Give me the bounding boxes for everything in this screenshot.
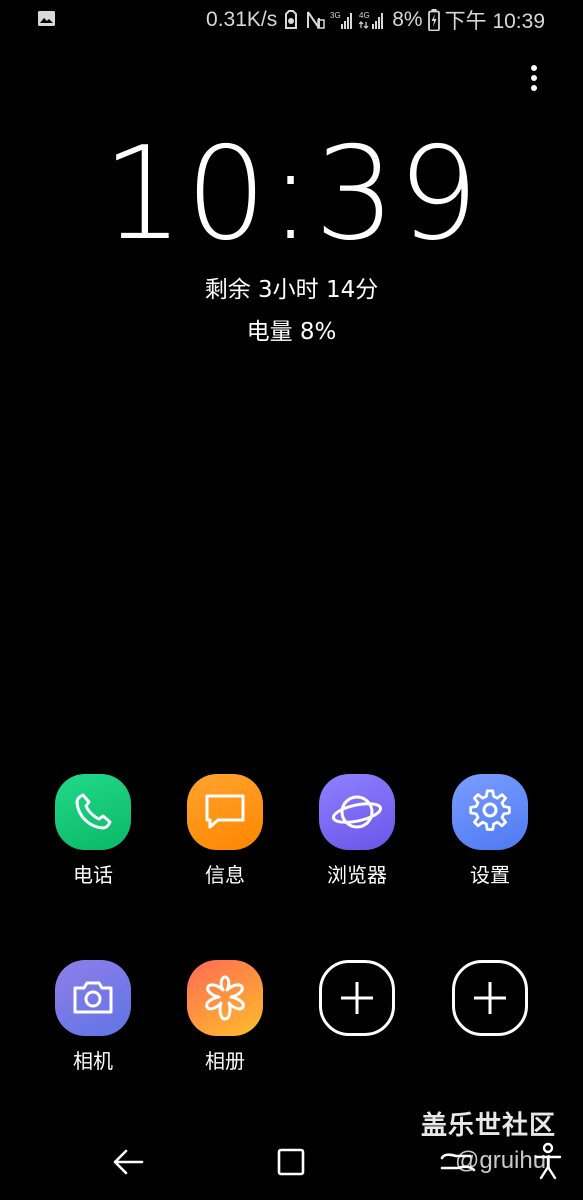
add-icon	[319, 960, 395, 1036]
network-speed: 0.31K/s	[206, 8, 278, 31]
svg-text:3G: 3G	[330, 11, 341, 20]
app-gallery[interactable]: 相册	[170, 960, 280, 1090]
app-label: 相机	[73, 1049, 113, 1073]
app-browser[interactable]: 浏览器	[302, 774, 412, 904]
add-app-button[interactable]	[302, 960, 412, 1090]
signal-4g-icon: 4G	[359, 11, 384, 29]
battery-percent: 8%	[392, 8, 423, 31]
app-messages[interactable]: 信息	[170, 774, 280, 904]
alarm-icon	[285, 10, 298, 29]
app-settings[interactable]: 设置	[435, 774, 545, 904]
home-icon[interactable]	[269, 1140, 313, 1184]
svg-text:4G: 4G	[359, 11, 370, 20]
image-icon	[38, 11, 55, 26]
message-icon	[187, 774, 263, 850]
signal-3g-icon: 3G	[330, 11, 353, 29]
gallery-icon	[187, 960, 263, 1036]
back-icon[interactable]	[106, 1140, 150, 1184]
app-label: 相册	[205, 1049, 245, 1073]
status-time: 下午 10:39	[444, 10, 545, 33]
browser-icon	[319, 774, 395, 850]
gear-icon	[452, 774, 528, 850]
battery-level-text: 电量 8%	[246, 319, 337, 345]
battery-remaining-text: 剩余 3小时 14分	[204, 277, 379, 303]
more-vert-icon[interactable]	[520, 60, 548, 100]
status-right: 0.31K/s 3G 4G 8% 下午 10:39	[206, 5, 545, 35]
recents-icon[interactable]	[436, 1140, 480, 1184]
app-camera[interactable]: 相机	[38, 960, 148, 1090]
app-label: 信息	[205, 863, 245, 887]
clock-time: 10:39	[102, 120, 481, 269]
add-app-button[interactable]	[435, 960, 545, 1090]
status-bar: 0.31K/s 3G 4G 8% 下午 10:39	[0, 0, 583, 40]
camera-icon	[55, 960, 131, 1036]
watermark-title: 盖乐世社区	[421, 1111, 557, 1141]
accessibility-icon[interactable]	[526, 1140, 570, 1184]
phone-icon	[55, 774, 131, 850]
app-phone[interactable]: 电话	[38, 774, 148, 904]
add-icon	[452, 960, 528, 1036]
battery-charging-icon	[427, 9, 440, 31]
app-label: 浏览器	[327, 863, 387, 887]
nfc-icon	[307, 11, 325, 29]
app-label: 设置	[470, 863, 510, 887]
app-label: 电话	[73, 863, 113, 887]
